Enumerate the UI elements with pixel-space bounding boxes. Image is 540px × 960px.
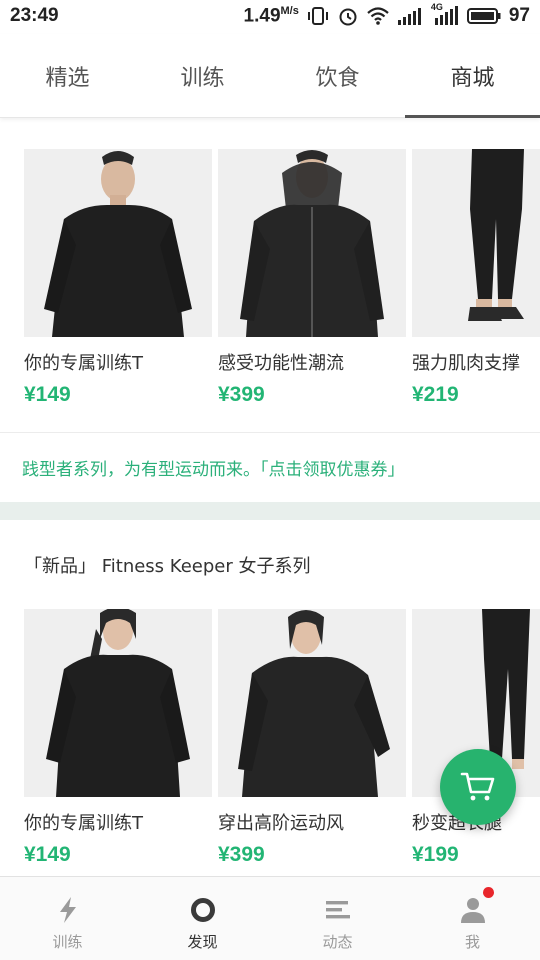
- product-price: ¥199: [412, 843, 459, 866]
- nav-discover[interactable]: 发现: [135, 877, 270, 960]
- product-image: [218, 149, 406, 337]
- product-name: 感受功能性潮流: [218, 353, 344, 374]
- product-name: 你的专属训练T: [24, 353, 143, 374]
- lightning-icon: [53, 895, 83, 925]
- product-card[interactable]: 你的专属训练T ¥149: [24, 609, 212, 867]
- network-speed: 1.49M/s: [244, 5, 299, 27]
- discover-ring-icon: [188, 895, 218, 925]
- status-time: 23:49: [10, 5, 59, 26]
- nav-discover-label: 发现: [187, 933, 218, 951]
- product-price: ¥149: [24, 843, 71, 866]
- product-name: 你的专属训练T: [24, 813, 143, 834]
- cart-button[interactable]: [440, 749, 516, 825]
- tab-featured[interactable]: 精选: [0, 34, 135, 118]
- nav-training-label: 训练: [52, 933, 83, 951]
- product-image: [24, 609, 212, 797]
- product-price: ¥399: [218, 843, 265, 866]
- active-tab-indicator: [405, 115, 540, 118]
- tab-diet-label: 饮食: [315, 66, 360, 91]
- coupon-promo-link[interactable]: 践型者系列，为有型运动而来。「点击领取优惠券」: [0, 432, 540, 502]
- product-card[interactable]: 强力肌肉支撑 ¥219: [412, 149, 540, 407]
- feed-lines-icon: [323, 895, 353, 925]
- network-4g-label: 4G: [430, 2, 443, 13]
- nav-feed-label: 动态: [322, 933, 353, 951]
- product-name: 穿出高阶运动风: [218, 813, 344, 834]
- alarm-icon: [339, 8, 357, 26]
- product-photo-women-tshirt: [24, 609, 212, 797]
- nav-me-label: 我: [464, 933, 480, 951]
- shopping-cart-icon: [460, 772, 495, 801]
- tab-store-label: 商城: [450, 66, 495, 91]
- product-price: ¥149: [24, 383, 71, 406]
- tab-featured-label: 精选: [45, 66, 90, 91]
- product-name: 强力肌肉支撑: [412, 353, 520, 374]
- battery-percent: 97: [508, 5, 530, 27]
- product-price: ¥399: [218, 383, 265, 406]
- top-tab-bar: 精选 训练 饮食 商城: [0, 34, 540, 118]
- product-image: [24, 149, 212, 337]
- product-price: ¥219: [412, 383, 459, 406]
- nav-training[interactable]: 训练: [0, 877, 135, 960]
- product-image: [412, 149, 540, 337]
- network-type: 4G: [431, 2, 459, 26]
- network-speed-unit: M/s: [280, 5, 299, 17]
- user-icon: [458, 887, 494, 925]
- product-photo-leggings: [412, 149, 540, 337]
- product-photo-women-jacket: [218, 609, 406, 797]
- tab-training-label: 训练: [180, 66, 225, 91]
- wifi-icon: [367, 7, 389, 25]
- section-divider: [0, 502, 540, 520]
- status-right: 1.49M/s 4G 97: [244, 2, 530, 27]
- product-image: [218, 609, 406, 797]
- nav-me[interactable]: 我: [405, 877, 540, 960]
- network-speed-value: 1.49: [243, 5, 281, 27]
- product-card[interactable]: 穿出高阶运动风 ¥399: [218, 609, 406, 867]
- product-photo-tshirt: [24, 149, 212, 337]
- section-title: 「新品」 Fitness Keeper 女子系列: [24, 556, 311, 577]
- status-bar: 23:49 1.49M/s 4G 97: [0, 0, 540, 34]
- notification-badge: [482, 887, 494, 898]
- product-row-women: 你的专属训练T ¥149 穿出高阶运动风 ¥399 秒变超长腿 ¥199: [0, 609, 540, 879]
- vibrate-icon: [307, 7, 328, 26]
- tab-diet[interactable]: 饮食: [270, 34, 405, 118]
- signal-icon: [397, 8, 421, 26]
- tab-training[interactable]: 训练: [135, 34, 270, 118]
- nav-feed[interactable]: 动态: [270, 877, 405, 960]
- product-card[interactable]: 你的专属训练T ¥149: [24, 149, 212, 407]
- product-card[interactable]: 感受功能性潮流 ¥399: [218, 149, 406, 407]
- product-photo-jacket: [218, 149, 406, 337]
- battery-icon: [466, 8, 501, 25]
- product-card[interactable]: 秒变超长腿 ¥199: [412, 609, 540, 867]
- product-row-men: 你的专属训练T ¥149 感受功能性潮流 ¥399 强力肌肉支撑 ¥219: [0, 149, 540, 419]
- tab-store[interactable]: 商城: [405, 34, 540, 118]
- bottom-nav: 训练 发现 动态 我: [0, 876, 540, 960]
- promo-text: 践型者系列，为有型运动而来。「点击领取优惠券」: [22, 460, 405, 480]
